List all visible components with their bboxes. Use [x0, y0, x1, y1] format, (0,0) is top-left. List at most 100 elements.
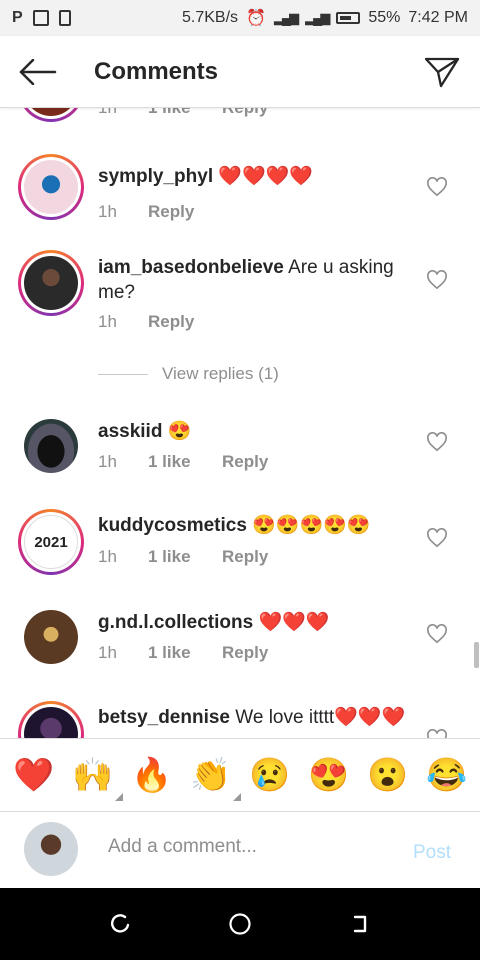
- home-button[interactable]: [225, 909, 255, 939]
- like-heart-icon[interactable]: [426, 624, 448, 644]
- emoji-raised-hands: 🙌: [71, 756, 114, 793]
- like-heart-icon[interactable]: [426, 528, 448, 548]
- avatar[interactable]: [24, 419, 78, 473]
- system-nav-bar: [0, 888, 480, 960]
- like-heart-icon[interactable]: [426, 270, 448, 290]
- emoji-crying-button[interactable]: 😢: [249, 755, 290, 795]
- comments-list[interactable]: 1h 1 like Reply symply_phyl ❤️❤️❤️❤️ 1h …: [0, 108, 480, 738]
- divider-line: [98, 373, 148, 375]
- emoji-raised-hands-button[interactable]: 🙌: [71, 755, 124, 801]
- comment-likes[interactable]: 1 like: [148, 643, 222, 663]
- comment-likes[interactable]: 1 like: [148, 108, 222, 118]
- avatar: [24, 822, 78, 876]
- recents-icon: [110, 914, 130, 933]
- signal-icon: ▂▄▆: [273, 10, 299, 25]
- reply-button[interactable]: Reply: [222, 452, 268, 472]
- emoji-laughing-button[interactable]: 😂: [426, 755, 467, 795]
- back-nav-button[interactable]: [345, 909, 375, 939]
- paper-plane-icon: [424, 57, 460, 87]
- avatar[interactable]: [18, 701, 84, 738]
- comment-input[interactable]: [108, 836, 388, 858]
- app-notification-icon: P: [12, 9, 23, 26]
- status-bar: P 5.7KB/s ⏰ ▂▄▆ ▂▄▆ 55% 7:42 PM: [0, 0, 480, 36]
- reply-button[interactable]: Reply: [222, 643, 268, 663]
- man-avatar-image: [24, 256, 78, 310]
- like-heart-icon[interactable]: [426, 177, 448, 197]
- reply-button[interactable]: Reply: [222, 547, 268, 567]
- comment-username[interactable]: g.nd.l.collections: [98, 612, 253, 633]
- sd-card-icon: [58, 10, 71, 26]
- comment-meta: 1h 1 like Reply: [98, 452, 268, 472]
- emoji-bar: ❤️ 🙌 🔥 👏 😢 😍 😮 😂: [0, 738, 480, 812]
- avatar[interactable]: [24, 610, 78, 664]
- comment-body: 😍😍😍😍😍: [246, 515, 371, 536]
- add-comment-bar: Post: [0, 812, 480, 888]
- comment-time: 1h: [98, 643, 117, 662]
- alarm-icon: ⏰: [246, 10, 266, 27]
- back-arrow-icon: [19, 58, 57, 85]
- emoji-fire-button[interactable]: 🔥: [131, 755, 172, 795]
- status-left: P: [12, 9, 71, 27]
- like-heart-icon[interactable]: [426, 729, 448, 738]
- comments-header: Comments: [0, 36, 480, 108]
- comment-body: We love itttt❤️❤️❤️: [230, 707, 406, 728]
- image-notification-icon: [32, 10, 49, 26]
- comment-username[interactable]: iam_basedonbelieve: [98, 257, 284, 278]
- back-button[interactable]: [18, 52, 58, 92]
- page-title: Comments: [94, 57, 219, 85]
- avatar[interactable]: 2021: [18, 509, 84, 575]
- avatar[interactable]: [18, 250, 84, 316]
- logo-avatar-image: [24, 610, 78, 664]
- emoji-clap-button[interactable]: 👏: [189, 755, 242, 801]
- comment-body: 😍: [162, 421, 192, 442]
- view-replies-label: View replies (1): [162, 364, 279, 383]
- avatar-2021-image: 2021: [24, 515, 78, 569]
- reply-button[interactable]: Reply: [222, 108, 268, 118]
- share-button[interactable]: [422, 52, 462, 92]
- like-heart-icon[interactable]: [426, 432, 448, 452]
- comment-text: betsy_dennise We love itttt❤️❤️❤️: [98, 705, 416, 730]
- comment-time: 1h: [98, 452, 117, 471]
- emoji-heart-button[interactable]: ❤️: [13, 755, 54, 795]
- signal-icon-2: ▂▄▆: [305, 10, 330, 25]
- emoji-surprised-button[interactable]: 😮: [367, 755, 408, 795]
- comment-username[interactable]: asskiid: [98, 421, 162, 442]
- avatar[interactable]: [18, 154, 84, 220]
- clock: 7:42 PM: [408, 9, 468, 26]
- comment-username[interactable]: symply_phyl: [98, 166, 213, 187]
- emoji-clap: 👏: [189, 756, 232, 793]
- comment-time: 1h: [98, 108, 148, 118]
- car-avatar-image: [24, 419, 78, 473]
- reply-button[interactable]: Reply: [148, 202, 194, 222]
- post-button[interactable]: Post: [413, 842, 451, 864]
- recents-button[interactable]: [105, 909, 135, 939]
- avatar-2021-text: 2021: [34, 533, 68, 551]
- scrollbar[interactable]: [474, 642, 479, 668]
- view-replies-button[interactable]: View replies (1): [98, 364, 279, 384]
- comment-text: iam_basedonbelieve Are u asking me?: [98, 255, 416, 305]
- comment-time: 1h: [98, 312, 117, 331]
- comment-text: symply_phyl ❤️❤️❤️❤️: [98, 164, 416, 189]
- comment-text: asskiid 😍: [98, 419, 416, 444]
- user-avatar-image: [24, 822, 78, 876]
- comment-text: g.nd.l.collections ❤️❤️❤️: [98, 610, 416, 635]
- comment-body: ❤️❤️❤️: [253, 612, 330, 633]
- comment-text: kuddycosmetics 😍😍😍😍😍: [98, 513, 416, 538]
- comment-meta: 1h 1 like Reply: [98, 108, 268, 118]
- butterfly-avatar-image: [24, 160, 78, 214]
- comment-meta: 1h 1 like Reply: [98, 547, 268, 567]
- comment-meta: 1h Reply: [98, 312, 194, 332]
- comment-username[interactable]: betsy_dennise: [98, 707, 230, 728]
- comment-time: 1h: [98, 547, 117, 566]
- reply-button[interactable]: Reply: [148, 312, 194, 332]
- emoji-heart-eyes-button[interactable]: 😍: [308, 755, 349, 795]
- battery-icon: [336, 12, 361, 24]
- comment-body: ❤️❤️❤️❤️: [213, 166, 314, 187]
- comment-likes[interactable]: 1 like: [148, 547, 222, 567]
- back-nav-icon: [353, 915, 367, 933]
- comment-username[interactable]: kuddycosmetics: [98, 515, 247, 536]
- comment-likes[interactable]: 1 like: [148, 452, 222, 472]
- comment-time: 1h: [98, 202, 117, 221]
- avatar[interactable]: [18, 108, 84, 122]
- woman-avatar-image: [24, 707, 78, 738]
